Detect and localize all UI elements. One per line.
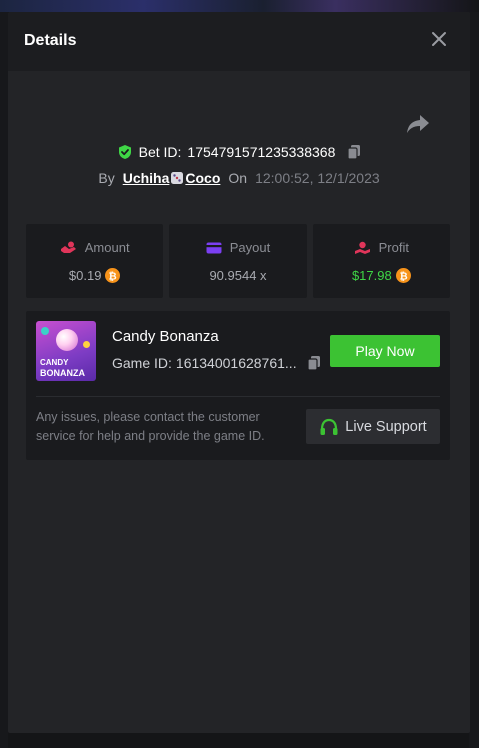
bet-stats: Amount $0.19 ₿ Payout 90.9544 x Profit $…: [26, 224, 450, 298]
copy-game-id-icon[interactable]: [306, 355, 321, 371]
stat-amount-value: $0.19: [68, 268, 102, 283]
support-notice: Any issues, please contact the customer …: [36, 410, 265, 443]
dice-icon: [171, 172, 184, 184]
svg-text:₿: ₿: [399, 270, 407, 282]
close-icon[interactable]: [430, 30, 448, 48]
card-icon: [206, 242, 222, 253]
modal-header: Details: [8, 12, 470, 71]
stat-profit-value: $17.98: [351, 268, 392, 283]
bet-owner-row: By Uchiha Coco On 12:00:52, 12/1/2023: [8, 170, 470, 186]
stat-payout-label: Payout: [229, 240, 271, 255]
profit-icon: [354, 241, 370, 254]
thumb-title-line1: CANDY: [40, 358, 69, 367]
on-label: On: [228, 170, 248, 186]
bet-timestamp: 12:00:52, 12/1/2023: [255, 170, 380, 186]
background-left: [0, 12, 8, 748]
play-now-button[interactable]: Play Now: [330, 335, 440, 367]
user-name-part2: Coco: [185, 170, 221, 186]
by-label: By: [98, 170, 115, 186]
share-icon[interactable]: [406, 113, 430, 135]
stat-profit: Profit $17.98 ₿: [312, 224, 450, 298]
user-name-part1: Uchiha: [122, 170, 170, 186]
bitcoin-icon: ₿: [105, 268, 121, 283]
modal-title: Details: [24, 32, 77, 49]
bitcoin-icon: ₿: [395, 268, 411, 283]
stat-payout-value: 90.9544 x: [209, 268, 267, 283]
game-card: CANDY BONANZA Candy Bonanza Game ID: 161…: [26, 311, 450, 460]
thumb-candy-decoration: [83, 341, 90, 348]
bet-id-value: 1754791571235338368: [187, 144, 336, 160]
thumb-title-line2: BONANZA: [40, 368, 85, 378]
background-banner: [0, 0, 479, 12]
game-thumbnail[interactable]: CANDY BONANZA: [36, 321, 96, 381]
bet-hand-icon: [60, 241, 76, 253]
copy-bet-id-icon[interactable]: [347, 144, 361, 160]
headset-icon: [320, 418, 338, 435]
live-support-button[interactable]: Live Support: [306, 409, 440, 444]
svg-text:₿: ₿: [109, 270, 117, 282]
stat-profit-label: Profit: [378, 240, 409, 255]
bet-id-label: Bet ID:: [138, 144, 182, 160]
divider: [36, 396, 440, 397]
user-link[interactable]: Uchiha Coco: [123, 170, 221, 186]
game-id-value: 16134001628761...: [175, 355, 297, 371]
live-support-label: Live Support: [345, 418, 427, 435]
background-right: [469, 12, 479, 748]
game-name: Candy Bonanza: [112, 328, 219, 345]
thumb-candy-ball: [56, 329, 78, 351]
verified-shield-icon: [118, 145, 131, 159]
bet-id-row: Bet ID: 1754791571235338368: [8, 144, 470, 160]
thumb-candy-decoration: [41, 327, 49, 335]
stat-amount: Amount $0.19 ₿: [26, 224, 164, 298]
stat-payout: Payout 90.9544 x: [169, 224, 307, 298]
details-modal: Details Bet ID: 1754791571235338368 By U…: [8, 12, 470, 733]
game-id-label: Game ID:: [112, 355, 172, 371]
game-id-row: Game ID: 16134001628761...: [112, 355, 321, 371]
stat-amount-label: Amount: [84, 240, 130, 255]
